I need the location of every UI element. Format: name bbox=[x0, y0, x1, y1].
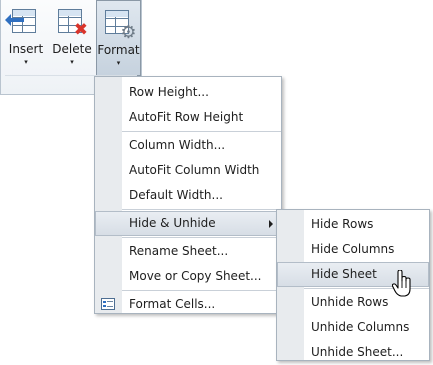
hand-cursor-icon bbox=[392, 270, 411, 297]
menu-item-label: Row Height... bbox=[129, 85, 209, 99]
menu-item-label: Format Cells... bbox=[129, 297, 216, 311]
menu-item-label: Unhide Columns bbox=[311, 320, 410, 334]
format-button[interactable]: ⚙ Format ▾ bbox=[96, 0, 141, 76]
delete-cells-icon: ✖ bbox=[56, 7, 88, 39]
menu-item-label: Rename Sheet... bbox=[129, 244, 229, 258]
menu-item-label: AutoFit Row Height bbox=[129, 110, 244, 124]
menu-separator bbox=[122, 290, 281, 291]
format-cells-small-icon bbox=[101, 298, 115, 310]
menu-item-hide-rows[interactable]: Hide Rows bbox=[277, 212, 429, 237]
insert-cells-icon bbox=[5, 7, 42, 39]
delete-button[interactable]: ✖ Delete ▾ bbox=[50, 0, 94, 74]
menu-item-label: Hide Sheet bbox=[311, 267, 377, 281]
chevron-down-icon: ▾ bbox=[70, 58, 74, 66]
submenu-arrow-icon bbox=[269, 220, 273, 228]
menu-item-label: Move or Copy Sheet... bbox=[129, 269, 262, 283]
format-button-label: Format bbox=[97, 43, 140, 57]
menu-item-hide-unhide[interactable]: Hide & Unhide bbox=[95, 211, 281, 236]
menu-item-rename-sheet[interactable]: Rename Sheet... bbox=[95, 239, 281, 264]
menu-item-unhide-sheet[interactable]: Unhide Sheet... bbox=[277, 340, 429, 365]
menu-item-hide-columns[interactable]: Hide Columns bbox=[277, 237, 429, 262]
menu-item-label: Unhide Rows bbox=[311, 295, 389, 309]
menu-item-label: Unhide Sheet... bbox=[311, 345, 404, 359]
delete-button-label: Delete bbox=[52, 42, 92, 56]
menu-item-label: AutoFit Column Width bbox=[129, 163, 260, 177]
menu-item-column-width[interactable]: Column Width... bbox=[95, 133, 281, 158]
menu-item-unhide-columns[interactable]: Unhide Columns bbox=[277, 315, 429, 340]
menu-item-label: Hide Columns bbox=[311, 242, 395, 256]
menu-item-label: Default Width... bbox=[129, 188, 223, 202]
menu-separator bbox=[122, 237, 281, 238]
menu-separator bbox=[122, 131, 281, 132]
menu-separator bbox=[122, 209, 281, 210]
menu-item-move-or-copy-sheet[interactable]: Move or Copy Sheet... bbox=[95, 264, 281, 289]
insert-button-label: Insert bbox=[8, 42, 44, 56]
chevron-down-icon: ▾ bbox=[24, 58, 28, 66]
menu-item-format-cells[interactable]: Format Cells... bbox=[95, 292, 281, 317]
menu-item-label: Hide & Unhide bbox=[129, 216, 216, 230]
menu-item-autofit-row-height[interactable]: AutoFit Row Height bbox=[95, 105, 281, 130]
menu-item-row-height[interactable]: Row Height... bbox=[95, 80, 281, 105]
insert-button[interactable]: Insert ▾ bbox=[4, 0, 48, 74]
format-cells-icon: ⚙ bbox=[103, 8, 137, 42]
chevron-down-icon: ▾ bbox=[116, 59, 121, 67]
format-menu: Row Height... AutoFit Row Height Column … bbox=[94, 76, 282, 314]
menu-item-autofit-column-width[interactable]: AutoFit Column Width bbox=[95, 158, 281, 183]
menu-item-default-width[interactable]: Default Width... bbox=[95, 183, 281, 208]
menu-item-label: Hide Rows bbox=[311, 217, 374, 231]
menu-item-label: Column Width... bbox=[129, 138, 226, 152]
